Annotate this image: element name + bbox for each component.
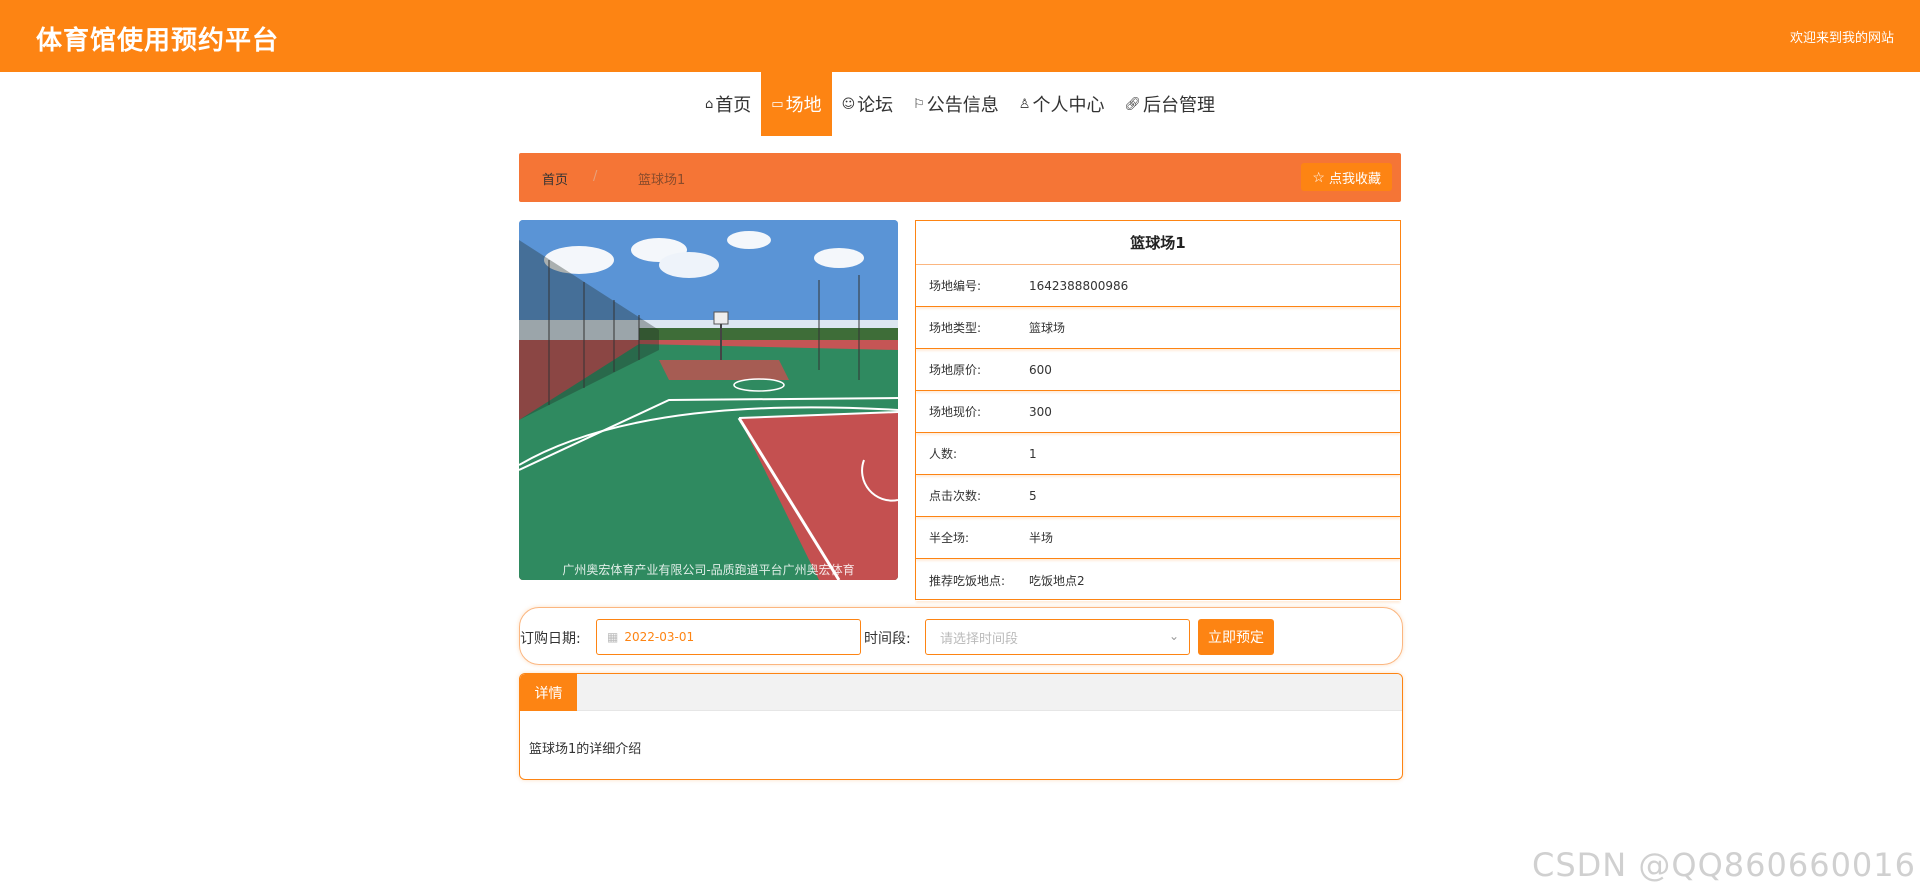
nav-item-forum[interactable]: ☺ 论坛 [832, 72, 904, 136]
date-picker-input[interactable]: ▦ 2022-03-01 [596, 619, 861, 655]
info-label: 人数: [929, 447, 958, 461]
nav-item-label: 场地 [785, 95, 822, 116]
top-header: 体育馆使用预约平台 欢迎来到我的网站 [0, 0, 1920, 72]
nav-item-profile[interactable]: ♙ 个人中心 [1009, 72, 1115, 136]
info-row: 推荐吃饭地点: 吃饭地点2 [916, 559, 1400, 601]
info-row: 场地原价: 600 [916, 349, 1400, 391]
court-illustration [519, 220, 898, 580]
tab-bar: 详情 [520, 674, 1402, 711]
info-label: 场地原价: [929, 363, 982, 377]
star-icon: ☆ [1312, 168, 1325, 185]
nav-item-label: 论坛 [857, 95, 894, 116]
info-label: 场地编号: [929, 279, 982, 293]
home-icon: ⌂ [705, 96, 714, 112]
watermark: CSDN @QQ860660016 [1531, 846, 1916, 884]
site-title: 体育馆使用预约平台 [36, 26, 280, 56]
favorite-button-label: 点我收藏 [1328, 170, 1381, 186]
info-label: 点击次数: [929, 489, 982, 503]
info-value: 吃饭地点2 [1029, 573, 1085, 588]
time-placeholder: 请选择时间段 [940, 631, 1019, 647]
tab-details[interactable]: 详情 [520, 674, 577, 711]
breadcrumb: 首页 / 篮球场1 ☆ 点我收藏 [519, 153, 1401, 202]
breadcrumb-separator: / [593, 169, 598, 184]
details-text: 篮球场1的详细介绍 [529, 742, 642, 757]
info-label: 半全场: [929, 531, 970, 545]
info-label: 场地现价: [929, 405, 982, 419]
info-row: 人数: 1 [916, 433, 1400, 475]
info-label: 场地类型: [929, 321, 982, 335]
link-icon: 🔗︎ [1124, 96, 1141, 112]
time-label: 时间段: [864, 631, 911, 647]
info-value: 1642388800986 [1029, 278, 1129, 293]
venue-photo: 广州奥宏体育产业有限公司-品质跑道平台广州奥宏体育 [519, 220, 898, 580]
nav-item-label: 后台管理 [1142, 95, 1215, 116]
breadcrumb-home-link[interactable]: 首页 [542, 169, 568, 188]
user-icon: ♙ [1018, 96, 1031, 112]
info-value: 篮球场 [1029, 321, 1066, 335]
calendar-icon: ▦ [607, 630, 619, 644]
info-row: 场地类型: 篮球场 [916, 307, 1400, 349]
welcome-text: 欢迎来到我的网站 [1789, 31, 1894, 46]
venue-title: 篮球场1 [916, 221, 1400, 265]
date-label: 订购日期: [520, 631, 581, 647]
info-row: 场地现价: 300 [916, 391, 1400, 433]
venue-info-panel: 篮球场1 场地编号: 1642388800986 场地类型: 篮球场 场地原价:… [915, 220, 1401, 600]
forum-icon: ☺ [841, 96, 856, 112]
nav-item-label: 公告信息 [926, 95, 999, 116]
nav-item-notice[interactable]: ⚐ 公告信息 [903, 72, 1009, 136]
nav-item-admin[interactable]: 🔗︎ 后台管理 [1114, 72, 1225, 136]
info-label: 推荐吃饭地点: [929, 573, 1006, 588]
details-panel: 详情 篮球场1的详细介绍 [519, 673, 1403, 780]
date-value: 2022-03-01 [624, 630, 695, 644]
flag-icon: ⚐ [913, 96, 925, 112]
info-value: 600 [1029, 362, 1052, 377]
photo-caption: 广州奥宏体育产业有限公司-品质跑道平台广州奥宏体育 [562, 563, 855, 577]
chevron-down-icon: ⌄ [1168, 629, 1179, 643]
main-nav: ⌂ 首页 ▭ 场地 ☺ 论坛 ⚐ 公告信息 ♙ 个人中心 🔗︎ 后台管理 [0, 72, 1920, 136]
info-row: 点击次数: 5 [916, 475, 1400, 517]
info-value: 1 [1029, 446, 1037, 461]
info-value: 5 [1029, 488, 1037, 503]
info-value: 半场 [1029, 531, 1054, 545]
favorite-button[interactable]: ☆ 点我收藏 [1301, 163, 1392, 191]
nav-item-home[interactable]: ⌂ 首页 [695, 72, 761, 136]
nav-item-label: 首页 [715, 95, 752, 116]
venue-icon: ▭ [771, 96, 784, 112]
info-value: 300 [1029, 404, 1052, 419]
reserve-button[interactable]: 立即预定 [1198, 619, 1274, 655]
info-row: 半全场: 半场 [916, 517, 1400, 559]
time-slot-select[interactable]: 请选择时间段 ⌄ [925, 619, 1190, 655]
breadcrumb-current: 篮球场1 [638, 173, 686, 188]
nav-item-venue[interactable]: ▭ 场地 [761, 72, 832, 136]
info-row: 场地编号: 1642388800986 [916, 265, 1400, 307]
booking-form: 订购日期: ▦ 2022-03-01 时间段: 请选择时间段 ⌄ 立即预定 [519, 607, 1403, 665]
nav-item-label: 个人中心 [1032, 95, 1105, 116]
